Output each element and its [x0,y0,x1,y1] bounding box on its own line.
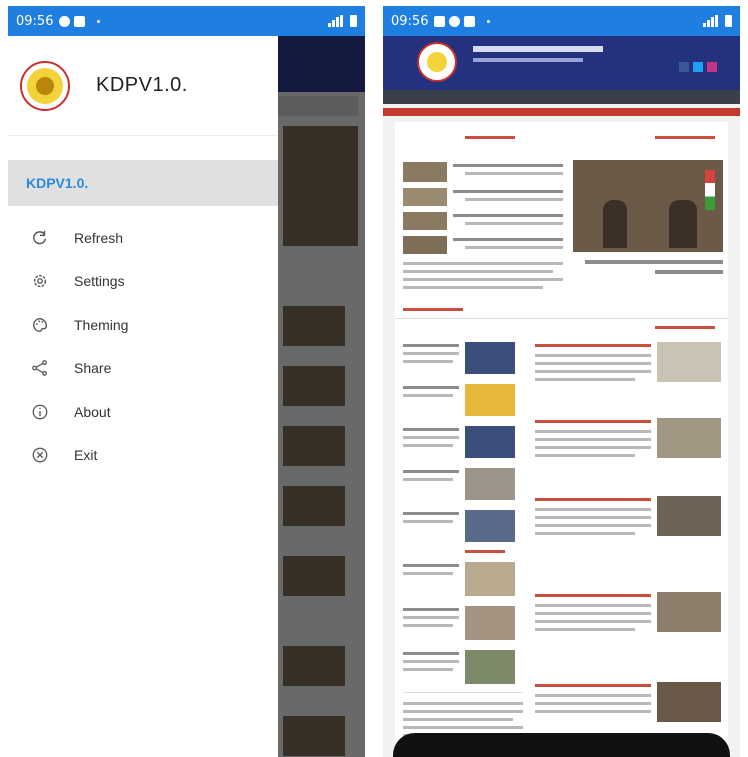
site-nav-bar[interactable] [383,90,740,104]
menu-label: Refresh [74,229,124,246]
share-icon [30,358,50,378]
news-thumbnail[interactable] [403,212,447,230]
settings-dot-icon [449,15,461,27]
news-thumbnail[interactable] [465,606,515,640]
status-bar: 09:56 [383,6,740,36]
status-right-icons [328,15,357,27]
news-thumbnail[interactable] [403,188,447,206]
screenshot-stage: 09:56 KDPV1.0. KDPV1.0. Refresh Settings… [0,0,748,757]
status-time: 09:56 [16,13,54,29]
news-thumbnail[interactable] [465,562,515,596]
menu-item-settings[interactable]: Settings [8,260,278,304]
site-logo [417,42,457,82]
lock-icon [464,15,476,27]
news-thumbnail[interactable] [403,236,447,254]
right-phone-screen: 09:56 [383,6,740,757]
news-thumbnail[interactable] [465,426,515,458]
signal-icon [328,15,343,27]
status-bar: 09:56 [8,6,365,36]
battery-icon [350,15,357,27]
site-subtitle-text [473,58,583,62]
menu-label: Settings [74,273,125,290]
menu-item-exit[interactable]: Exit [8,434,278,478]
news-thumbnail[interactable] [465,384,515,416]
instagram-icon[interactable] [707,62,717,72]
news-thumbnail[interactable] [465,342,515,374]
image-icon [434,15,446,27]
hero-news-image[interactable] [573,160,723,252]
news-thumbnail[interactable] [657,592,721,632]
menu-label: About [74,403,111,420]
news-thumbnail[interactable] [465,650,515,684]
settings-icon [30,271,50,291]
drawer-header: KDPV1.0. [8,36,278,136]
settings-dot-icon [59,15,71,27]
info-icon [30,402,50,422]
news-thumbnail[interactable] [657,496,721,536]
notification-dot-icon [97,19,101,23]
bottom-overlay-bar [393,733,730,757]
menu-item-refresh[interactable]: Refresh [8,216,278,260]
news-thumbnail[interactable] [465,468,515,500]
site-title-text [473,46,603,52]
menu-item-about[interactable]: About [8,390,278,434]
notification-dot-icon [487,19,491,23]
signal-icon [703,15,718,27]
menu-item-theming[interactable]: Theming [8,303,278,347]
menu-label: Share [74,360,112,377]
breaking-news-bar [383,108,740,116]
refresh-icon [30,228,50,248]
site-content [395,122,728,757]
site-header [383,36,740,90]
app-logo [20,60,70,111]
palette-icon [30,315,50,335]
menu-label: Theming [74,316,129,333]
facebook-icon[interactable] [679,62,689,72]
menu-item-share[interactable]: Share [8,347,278,391]
battery-icon [725,15,732,27]
news-thumbnail[interactable] [657,682,721,722]
website-webview[interactable] [383,36,740,757]
close-circle-icon [30,445,50,465]
left-phone-screen: 09:56 KDPV1.0. KDPV1.0. Refresh Settings… [8,6,365,757]
navigation-drawer: KDPV1.0. KDPV1.0. Refresh Settings Themi… [8,36,278,757]
twitter-icon[interactable] [693,62,703,72]
news-thumbnail[interactable] [657,342,721,382]
lock-icon [74,15,86,27]
drawer-menu: Refresh Settings Theming Share About Exi… [8,216,278,477]
news-thumbnail[interactable] [403,162,447,182]
status-time: 09:56 [391,13,429,29]
status-right-icons [703,15,732,27]
news-thumbnail[interactable] [465,510,515,542]
menu-label: Exit [74,447,98,464]
news-thumbnail[interactable] [657,418,721,458]
app-name: KDPV1.0. [96,74,188,96]
drawer-selected-label: KDPV1.0. [26,175,89,191]
drawer-selected-item[interactable]: KDPV1.0. [8,160,278,206]
